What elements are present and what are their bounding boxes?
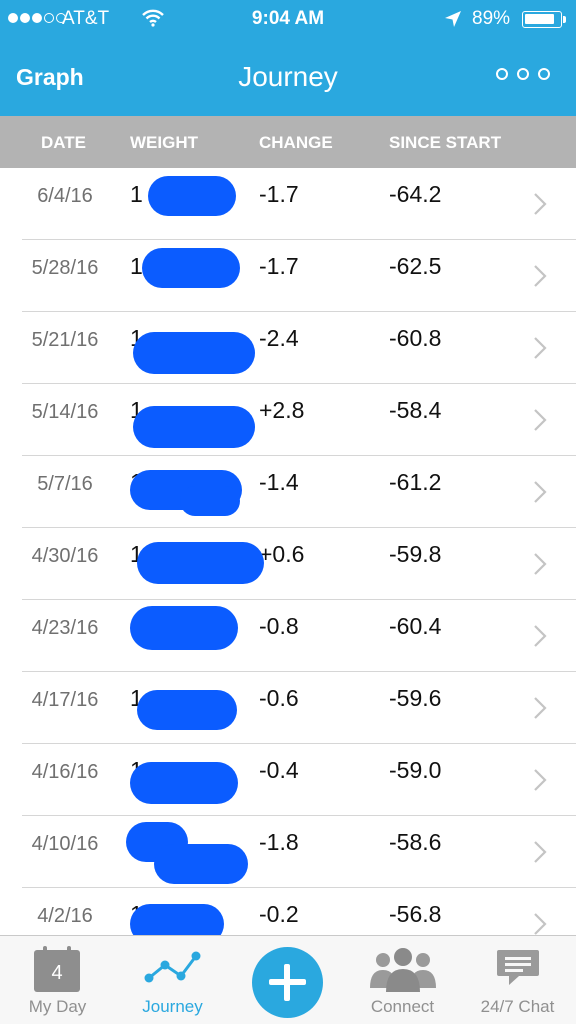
more-options-icon[interactable] (496, 68, 550, 80)
redaction-mark (133, 406, 255, 448)
column-date: DATE (41, 133, 87, 152)
column-header: DATE WEIGHT CHANGE SINCE START (0, 116, 576, 168)
chevron-right-icon (534, 553, 547, 575)
row-since-start: -61.2 (389, 469, 442, 495)
row-since-start: -60.8 (389, 325, 442, 351)
row-date: 4/17/16 (31, 689, 99, 711)
row-change: +0.6 (259, 541, 305, 567)
battery-cap (563, 16, 566, 23)
row-since-start: -59.8 (389, 541, 442, 567)
redaction-mark (154, 844, 248, 884)
chevron-right-icon (534, 481, 547, 503)
row-since-start: -59.6 (389, 685, 442, 711)
table-row[interactable]: 5/7/161-1.4-61.2 (0, 456, 576, 528)
row-date: 6/4/16 (37, 185, 93, 207)
chevron-right-icon (534, 337, 547, 359)
row-date: 5/21/16 (31, 329, 99, 351)
table-row[interactable]: 4/23/161-0.8-60.4 (0, 600, 576, 672)
row-weight: 1 (130, 253, 143, 279)
redaction-mark (130, 606, 238, 650)
tab-journey[interactable]: Journey (115, 936, 230, 1024)
table-row[interactable]: 4/2/161-0.2-56.8 (0, 888, 576, 935)
tab-my-day-label: My Day (28, 997, 87, 1016)
table-row[interactable]: 4/16/161-0.4-59.0 (0, 744, 576, 816)
row-since-start: -64.2 (389, 181, 442, 207)
row-date: 5/7/16 (37, 473, 93, 495)
tab-bar: 4 My Day Journey Connect 24/7 Chat (0, 935, 576, 1024)
row-change: -1.8 (259, 829, 299, 855)
location-arrow-icon (445, 11, 461, 27)
row-change: -1.4 (259, 469, 299, 495)
calendar-icon: 4 (34, 946, 80, 992)
row-weight: 1 (130, 181, 143, 207)
plus-icon (252, 947, 323, 1018)
row-change: -1.7 (259, 253, 299, 279)
column-change: CHANGE (259, 133, 333, 152)
top-bar: AT&T 9:04 AM 89% Graph Journey (0, 0, 576, 116)
redaction-mark (137, 542, 264, 584)
chevron-right-icon (534, 409, 547, 431)
row-date: 4/23/16 (31, 617, 99, 639)
table-row[interactable]: 5/21/16 1 -2.4 -60.8 (0, 312, 576, 384)
redaction-mark (180, 486, 240, 516)
row-change: -1.7 (259, 181, 299, 207)
redaction-mark (142, 248, 240, 288)
chat-bubble-icon (497, 950, 539, 985)
table-row[interactable]: 4/10/161-1.8-58.6 (0, 816, 576, 888)
table-row[interactable]: 5/28/16 1 -1.7 -62.5 (0, 240, 576, 312)
tab-add[interactable] (230, 936, 345, 1024)
tab-connect-label: Connect (370, 997, 435, 1016)
row-since-start: -62.5 (389, 253, 442, 279)
redaction-mark (137, 690, 237, 730)
row-date: 4/16/16 (31, 761, 99, 783)
chevron-right-icon (534, 697, 547, 719)
row-change: -2.4 (259, 325, 299, 351)
chevron-right-icon (534, 265, 547, 287)
row-change: +2.8 (259, 397, 305, 423)
row-change: -0.6 (259, 685, 299, 711)
redaction-mark (133, 332, 255, 374)
tab-chat-label: 24/7 Chat (480, 997, 555, 1016)
row-change: -0.2 (259, 901, 299, 927)
redaction-mark (130, 904, 224, 935)
chevron-right-icon (534, 769, 547, 791)
line-graph-icon (144, 951, 201, 983)
row-since-start: -56.8 (389, 901, 442, 927)
row-date: 4/30/16 (31, 545, 99, 567)
tab-journey-label: Journey (142, 997, 203, 1016)
page-title: Journey (238, 61, 338, 92)
people-group-icon (370, 948, 436, 992)
table-row[interactable]: 5/14/16 1 +2.8 -58.4 (0, 384, 576, 456)
column-weight: WEIGHT (130, 133, 198, 152)
row-since-start: -58.6 (389, 829, 442, 855)
row-change: -0.4 (259, 757, 299, 783)
table-row[interactable]: 4/30/16 1 +0.6 -59.8 (0, 528, 576, 600)
status-bar: AT&T 9:04 AM 89% (0, 0, 576, 38)
redaction-mark (148, 176, 236, 216)
chevron-right-icon (534, 625, 547, 647)
row-since-start: -59.0 (389, 757, 442, 783)
tab-chat[interactable]: 24/7 Chat (460, 936, 575, 1024)
column-since-start: SINCE START (389, 133, 502, 152)
battery-percent: 89% (472, 8, 511, 29)
row-since-start: -60.4 (389, 613, 442, 639)
row-change: -0.8 (259, 613, 299, 639)
row-since-start: -58.4 (389, 397, 442, 423)
chevron-right-icon (534, 193, 547, 215)
weight-history-list: 6/4/16 1 -1.7 -64.2 5/28/16 1 -1.7 -62.5 5/21/16… (0, 168, 576, 935)
row-date: 5/14/16 (31, 401, 99, 423)
chevron-right-icon (534, 913, 547, 935)
tab-connect[interactable]: Connect (345, 936, 460, 1024)
tab-my-day[interactable]: 4 My Day (0, 936, 115, 1024)
table-row[interactable]: 4/17/16 1 -0.6 -59.6 (0, 672, 576, 744)
battery-icon (522, 11, 562, 28)
chevron-right-icon (534, 841, 547, 863)
table-row[interactable]: 6/4/16 1 -1.7 -64.2 (0, 168, 576, 240)
row-date: 4/2/16 (37, 905, 93, 927)
row-date: 4/10/16 (31, 833, 99, 855)
redaction-mark (130, 762, 238, 804)
row-date: 5/28/16 (31, 257, 99, 279)
